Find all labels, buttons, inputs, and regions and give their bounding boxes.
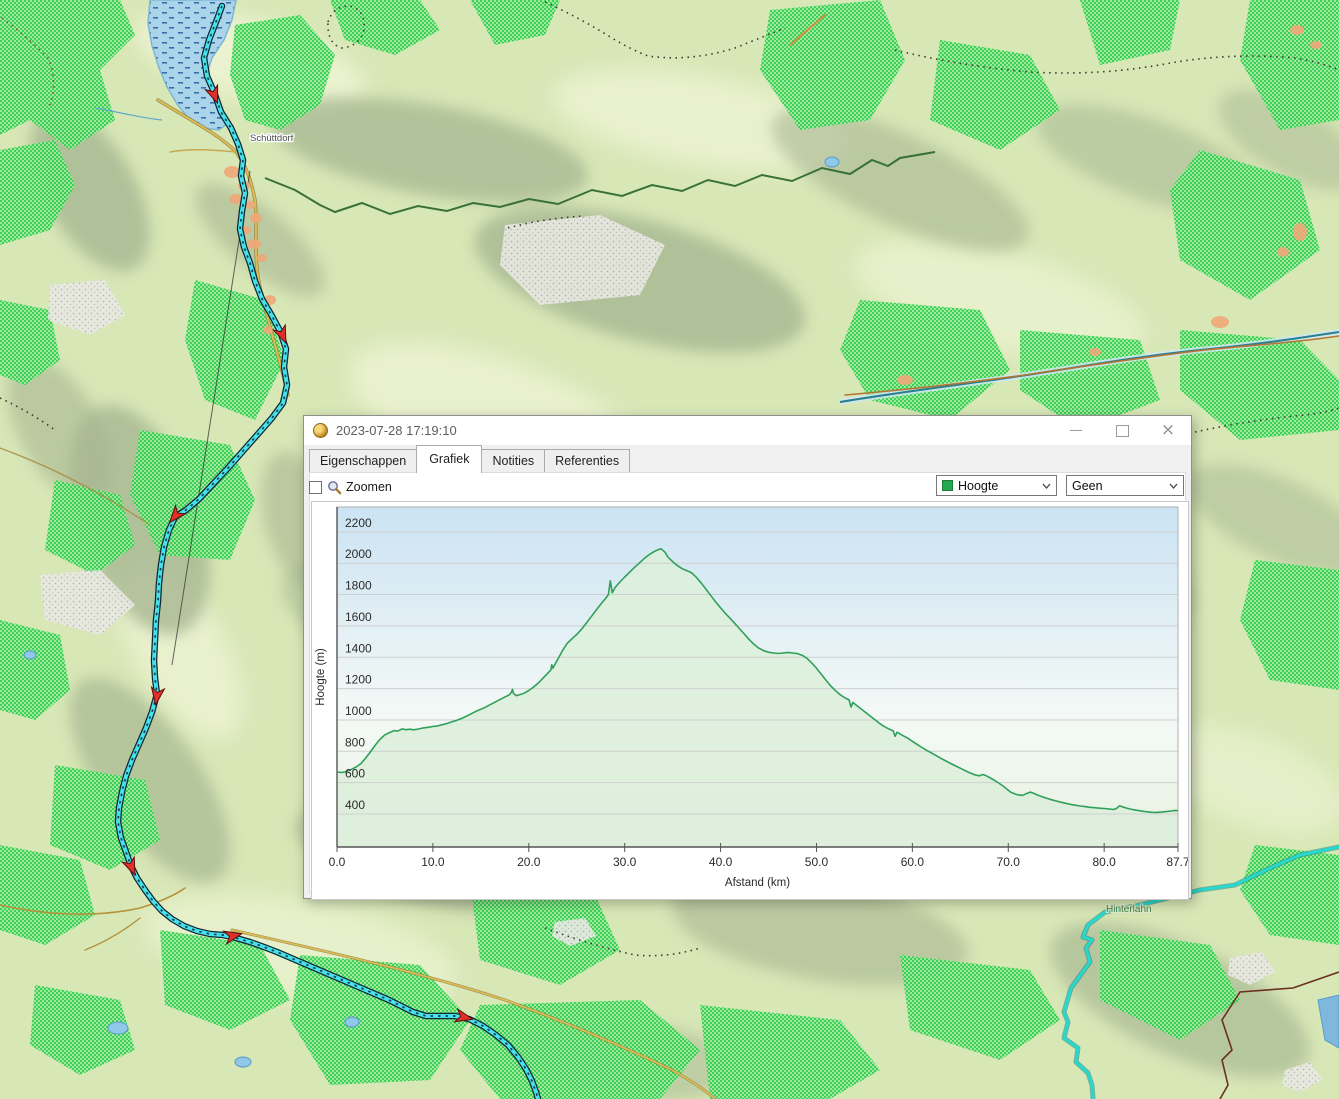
series-combobox-value: Hoogte xyxy=(958,479,998,493)
zoom-label: Zoomen xyxy=(346,480,392,494)
zoom-checkbox[interactable] xyxy=(309,481,322,494)
close-icon: × xyxy=(1161,422,1175,439)
tab-referenties[interactable]: Referenties xyxy=(544,449,630,473)
overlay-combobox[interactable]: Geen xyxy=(1066,475,1184,496)
overlay-combobox-value: Geen xyxy=(1072,479,1103,493)
magnifier-icon xyxy=(327,480,342,495)
svg-text:50.0: 50.0 xyxy=(805,855,829,869)
x-axis-title: Afstand (km) xyxy=(725,877,790,889)
y-axis-title: Hoogte (m) xyxy=(315,648,327,706)
dialog-titlebar[interactable]: 2023-07-28 17:19:10 × xyxy=(304,416,1191,445)
svg-text:30.0: 30.0 xyxy=(613,855,637,869)
maximize-button[interactable] xyxy=(1099,416,1145,445)
svg-text:400: 400 xyxy=(345,798,365,812)
tab-notities[interactable]: Notities xyxy=(481,449,545,473)
svg-text:87.7: 87.7 xyxy=(1166,855,1189,869)
tabstrip: Eigenschappen Grafiek Notities Referenti… xyxy=(309,447,1186,473)
map-label-village: Schüttdorf xyxy=(250,133,294,144)
chevron-down-icon xyxy=(1042,483,1051,489)
svg-text:1800: 1800 xyxy=(345,579,372,593)
tab-eigenschappen[interactable]: Eigenschappen xyxy=(309,449,417,473)
screen: Schüttdorf Hinterlahn 2023-07-28 17:19:1… xyxy=(0,0,1339,1099)
close-button[interactable]: × xyxy=(1145,416,1191,445)
dialog-title: 2023-07-28 17:19:10 xyxy=(336,423,457,438)
elevation-chart[interactable]: 400 600 800 1000 1200 1400 1600 1800 2000 2200 0.… xyxy=(311,501,1189,900)
series-color-swatch xyxy=(942,480,953,491)
svg-text:2200: 2200 xyxy=(345,516,372,530)
svg-text:2000: 2000 xyxy=(345,547,372,561)
minimize-button[interactable] xyxy=(1053,416,1099,445)
track-properties-dialog: 2023-07-28 17:19:10 × Eigenschappen Graf… xyxy=(303,415,1192,899)
svg-text:1600: 1600 xyxy=(345,610,372,624)
svg-text:0.0: 0.0 xyxy=(329,855,346,869)
maximize-icon xyxy=(1116,425,1129,437)
svg-text:1400: 1400 xyxy=(345,641,372,655)
track-icon xyxy=(313,423,328,438)
svg-text:600: 600 xyxy=(345,767,365,781)
svg-text:40.0: 40.0 xyxy=(709,855,733,869)
svg-text:80.0: 80.0 xyxy=(1092,855,1116,869)
svg-text:20.0: 20.0 xyxy=(517,855,541,869)
chevron-down-icon xyxy=(1169,483,1178,489)
tab-grafiek[interactable]: Grafiek xyxy=(416,445,482,473)
svg-text:60.0: 60.0 xyxy=(901,855,925,869)
svg-text:1200: 1200 xyxy=(345,673,372,687)
svg-text:10.0: 10.0 xyxy=(421,855,445,869)
svg-text:70.0: 70.0 xyxy=(997,855,1021,869)
map-label-hamlet: Hinterlahn xyxy=(1106,904,1152,915)
svg-text:1000: 1000 xyxy=(345,704,372,718)
svg-text:800: 800 xyxy=(345,735,365,749)
minimize-icon xyxy=(1070,430,1082,431)
series-combobox[interactable]: Hoogte xyxy=(936,475,1057,496)
